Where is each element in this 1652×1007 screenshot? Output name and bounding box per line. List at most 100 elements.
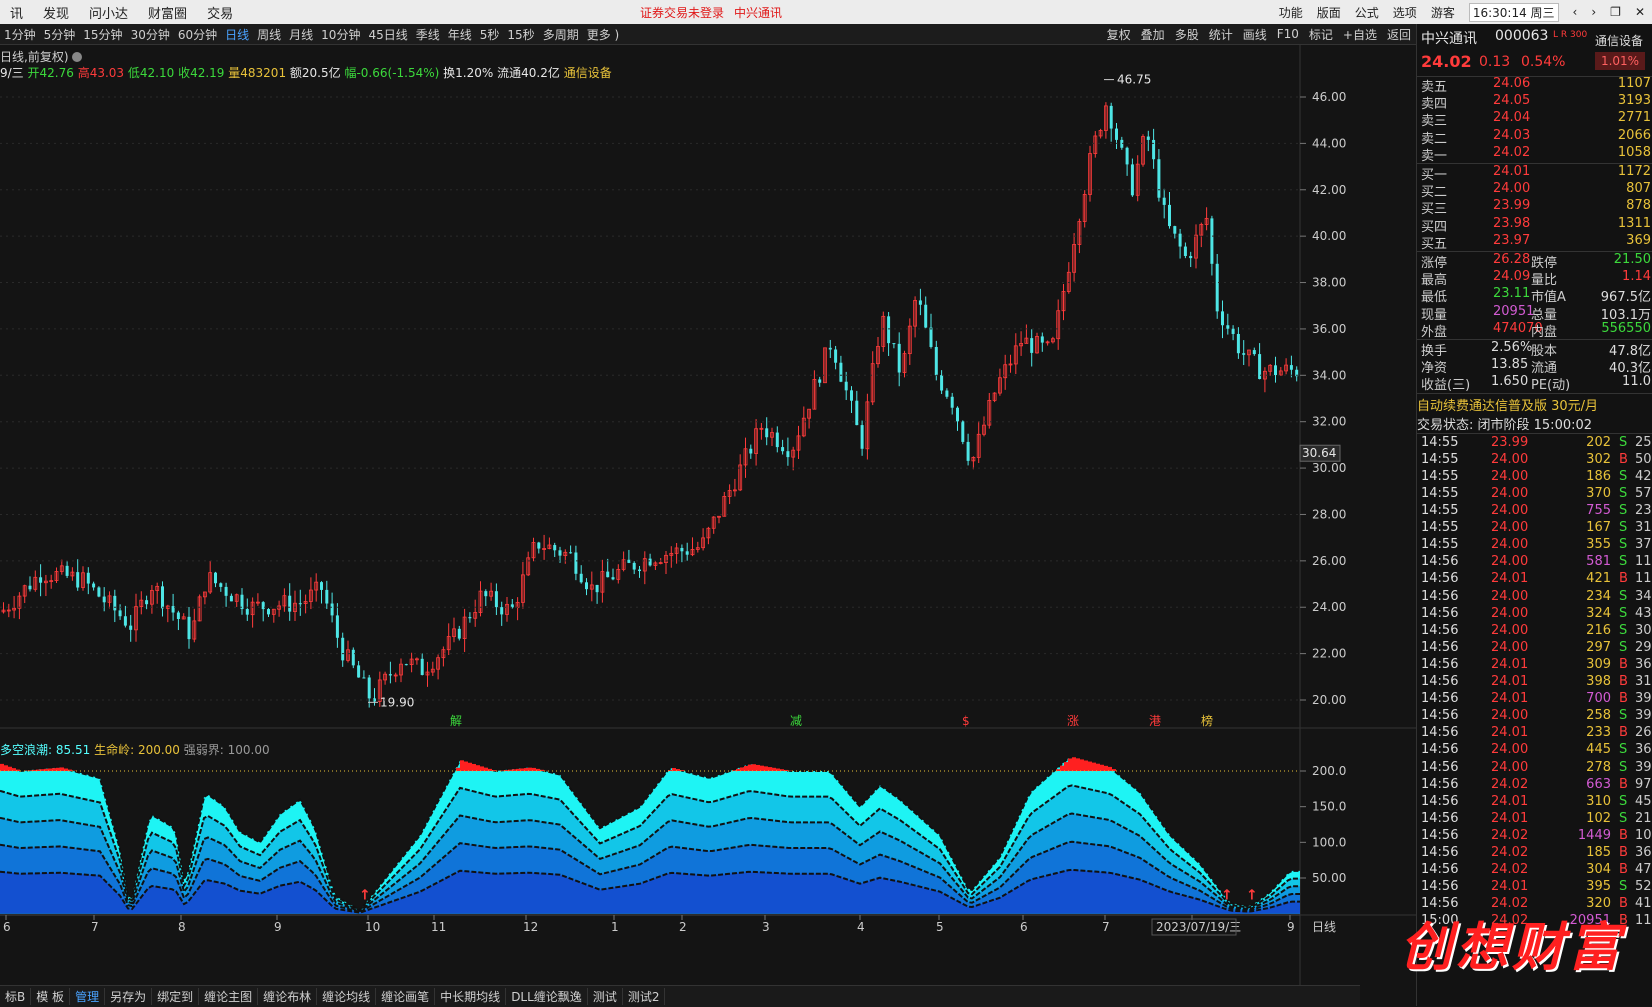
candle-body — [855, 401, 858, 425]
tick-cell: S — [1619, 589, 1627, 604]
chart-tool[interactable]: 多股 — [1175, 26, 1199, 43]
formula-tab[interactable]: 中长期均线 — [435, 988, 506, 1005]
candle-body — [103, 597, 106, 603]
tick-cell: 29 — [1635, 640, 1652, 655]
promo-banner[interactable]: 自动续费通达信普及版 30元/月 — [1417, 395, 1652, 415]
period-tab[interactable]: 周线 — [257, 26, 281, 43]
formula-tab[interactable]: DLL缠论飘逸 — [506, 988, 588, 1005]
buy-arrow-icon: ↑ — [359, 887, 371, 903]
notice-text[interactable]: 证券交易未登录 — [640, 6, 724, 20]
tick-cell: B — [1619, 862, 1628, 877]
period-tab[interactable]: 年线 — [448, 26, 472, 43]
chart-tool[interactable]: +自选 — [1343, 26, 1377, 43]
tick-cell: 24.00 — [1491, 606, 1528, 621]
tick-cell: 57 — [1635, 486, 1652, 501]
tick-row: 14:5624.00445S36 — [1417, 742, 1652, 760]
tick-cell: B — [1619, 845, 1628, 860]
period-tab[interactable]: 月线 — [289, 26, 313, 43]
chart-tool[interactable]: 标记 — [1309, 26, 1333, 43]
chart-tool[interactable]: 叠加 — [1141, 26, 1165, 43]
tick-cell: S — [1619, 708, 1627, 723]
candle-body — [113, 596, 116, 611]
period-tab[interactable]: 1分钟 — [4, 26, 36, 43]
top-tool[interactable]: 公式 — [1355, 4, 1379, 21]
formula-tab[interactable]: 管理 — [70, 988, 105, 1005]
candle-body — [225, 587, 228, 596]
chart-tool[interactable]: 复权 — [1107, 26, 1131, 43]
menu-item[interactable]: 讯 — [10, 3, 23, 22]
formula-tab[interactable]: 测试2 — [623, 988, 666, 1005]
period-tab[interactable]: 60分钟 — [178, 26, 217, 43]
high-label: 46.75 — [1117, 73, 1151, 87]
chart-tool[interactable]: 返回 — [1387, 26, 1411, 43]
period-tab[interactable]: 5秒 — [480, 26, 500, 43]
notice-text[interactable]: 中兴通讯 — [734, 6, 782, 20]
top-tool[interactable]: 版面 — [1317, 4, 1341, 21]
candle-body — [829, 348, 832, 350]
tick-cell: 581 — [1586, 554, 1611, 569]
period-tab[interactable]: 多周期 — [543, 26, 579, 43]
period-tab[interactable]: 10分钟 — [321, 26, 360, 43]
formula-tab[interactable]: 缠论画笔 — [376, 988, 435, 1005]
kline-chart[interactable]: 46.7519.90 46.0044.0042.0040.0038.0036.0… — [0, 45, 1416, 985]
candle-body — [1147, 137, 1150, 140]
weak-value: 100.00 — [228, 743, 270, 757]
date-tick-label: 9 — [274, 920, 282, 934]
formula-tab[interactable]: 模 板 — [31, 988, 70, 1005]
period-tab[interactable]: 5分钟 — [44, 26, 76, 43]
formula-tab[interactable]: 绑定到 — [152, 988, 199, 1005]
close-icon[interactable]: ✕ — [1635, 5, 1645, 19]
candle-body — [325, 590, 328, 604]
tick-cell: 14:56 — [1421, 725, 1458, 740]
tick-cell: 50 — [1635, 452, 1652, 467]
forward-icon[interactable]: › — [1591, 5, 1596, 19]
stock-sector[interactable]: 通信设备 — [1595, 32, 1643, 49]
cell: 1107 — [1618, 76, 1651, 91]
formula-tab[interactable]: 标B — [0, 988, 31, 1005]
candle-body — [246, 609, 249, 615]
period-tab[interactable]: 30分钟 — [131, 26, 170, 43]
menu-item[interactable]: 交易 — [207, 3, 233, 22]
restore-icon[interactable]: ❐ — [1610, 5, 1621, 19]
candle-body — [219, 583, 222, 587]
tick-cell: S — [1619, 520, 1627, 535]
period-tab[interactable]: 15分钟 — [83, 26, 122, 43]
price-tick-label: 46.00 — [1312, 90, 1346, 104]
tick-cell: 216 — [1586, 623, 1611, 638]
clock[interactable]: 16:30:14 周三 — [1469, 3, 1559, 22]
back-icon[interactable]: ‹ — [1573, 5, 1578, 19]
stat-row: 收益(三)1.650PE(动)11.0 — [1417, 374, 1652, 392]
period-tab[interactable]: 15秒 — [507, 26, 534, 43]
top-tool[interactable]: 游客 — [1431, 4, 1455, 21]
title-bar: 讯 发现 问小达 财富圈 交易 证券交易未登录中兴通讯 功能版面公式选项游客 16:30:… — [0, 0, 1652, 24]
life-value: 200.00 — [138, 743, 180, 757]
formula-tab[interactable]: 缠论布林 — [258, 988, 317, 1005]
tick-cell: 34 — [1635, 589, 1652, 604]
menu-item[interactable]: 发现 — [43, 3, 69, 22]
menu-item[interactable]: 财富圈 — [148, 3, 187, 22]
period-tab[interactable]: 日线 — [225, 26, 249, 43]
tick-cell: 14:55 — [1421, 486, 1458, 501]
candle-body — [961, 421, 964, 442]
stock-name[interactable]: 中兴通讯 — [1421, 28, 1477, 48]
period-tab[interactable]: 更多 ) — [587, 26, 620, 43]
chart-tool[interactable]: 统计 — [1209, 26, 1233, 43]
menu-item[interactable]: 问小达 — [89, 3, 128, 22]
formula-tab[interactable]: 缠论主图 — [199, 988, 258, 1005]
period-tab[interactable]: 45日线 — [368, 26, 407, 43]
cell: 市值A — [1531, 286, 1566, 305]
top-tool[interactable]: 功能 — [1279, 4, 1303, 21]
tick-cell: 24.00 — [1491, 537, 1528, 552]
overbought-cap — [1104, 766, 1108, 771]
tick-cell: 445 — [1586, 742, 1611, 757]
chart-tool[interactable]: F10 — [1277, 27, 1299, 41]
top-tool[interactable]: 选项 — [1393, 4, 1417, 21]
formula-tab[interactable]: 测试 — [588, 988, 623, 1005]
tick-cell: 113 — [1635, 571, 1652, 586]
tick-cell: 278 — [1586, 760, 1611, 775]
chart-tool[interactable]: 画线 — [1243, 26, 1267, 43]
period-tab[interactable]: 季线 — [416, 26, 440, 43]
formula-tab[interactable]: 缠论均线 — [317, 988, 376, 1005]
overbought-cap — [1088, 762, 1092, 771]
formula-tab[interactable]: 另存为 — [105, 988, 152, 1005]
